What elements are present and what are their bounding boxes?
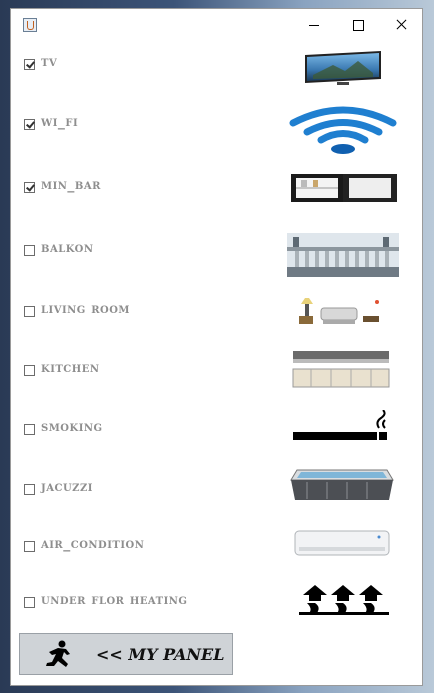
java-app-icon xyxy=(23,18,37,32)
minibar-image xyxy=(291,174,397,202)
living-room-label: LIVING ROOM xyxy=(41,301,131,317)
minimize-button[interactable] xyxy=(292,9,336,41)
air-condition-checkbox[interactable] xyxy=(24,541,35,552)
air-conditioner-image xyxy=(294,530,390,556)
my-panel-button[interactable]: << MY PANEL xyxy=(19,633,233,675)
wifi-checkbox[interactable] xyxy=(24,119,35,130)
kitchen-image xyxy=(292,351,390,388)
floor-heating-checkbox[interactable] xyxy=(24,597,35,608)
tv-image xyxy=(305,51,381,85)
amenity-row-wifi: WI_FI xyxy=(11,106,422,154)
amenity-row-kitchen: KITCHEN xyxy=(11,351,422,395)
amenity-row-smoking: SMOKING xyxy=(11,410,422,454)
kitchen-checkbox[interactable] xyxy=(24,365,35,376)
amenity-row-balkon: BALKON xyxy=(11,233,422,277)
my-panel-label: << MY PANEL xyxy=(96,645,225,664)
minibar-checkbox[interactable] xyxy=(24,182,35,193)
jacuzzi-image xyxy=(290,469,394,500)
minibar-label: MIN_BAR xyxy=(41,177,101,193)
close-button[interactable] xyxy=(380,9,424,41)
floor-heating-icon xyxy=(299,585,389,615)
smoking-checkbox[interactable] xyxy=(24,424,35,435)
amenity-row-air-condition: AIR_CONDITION xyxy=(11,530,422,571)
smoking-label: SMOKING xyxy=(41,419,103,435)
title-bar xyxy=(11,9,422,41)
amenity-row-jacuzzi: JACUZZI xyxy=(11,469,422,514)
wifi-image xyxy=(289,106,397,154)
tv-label: TV xyxy=(41,54,58,70)
kitchen-label: KITCHEN xyxy=(41,360,100,376)
amenity-row-minibar: MIN_BAR xyxy=(11,172,422,212)
balkon-label: BALKON xyxy=(41,240,94,256)
app-window: TV WI_FI MIN_BAR xyxy=(10,8,423,686)
jacuzzi-label: JACUZZI xyxy=(41,479,93,495)
jacuzzi-checkbox[interactable] xyxy=(24,484,35,495)
amenity-row-tv: TV xyxy=(11,49,422,89)
balkon-checkbox[interactable] xyxy=(24,245,35,256)
living-room-checkbox[interactable] xyxy=(24,306,35,317)
maximize-button[interactable] xyxy=(336,9,380,41)
amenity-row-living-room: LIVING ROOM xyxy=(11,296,422,336)
cigarette-icon xyxy=(293,410,387,440)
running-man-icon xyxy=(46,640,70,667)
amenity-row-floor-heating: UNDER FLOR HEATING xyxy=(11,585,422,627)
wifi-label: WI_FI xyxy=(41,114,79,130)
tv-checkbox[interactable] xyxy=(24,59,35,70)
air-condition-label: AIR_CONDITION xyxy=(41,536,145,552)
living-room-image xyxy=(299,298,379,324)
floor-heating-label: UNDER FLOR HEATING xyxy=(41,592,188,608)
balcony-image xyxy=(287,233,399,277)
